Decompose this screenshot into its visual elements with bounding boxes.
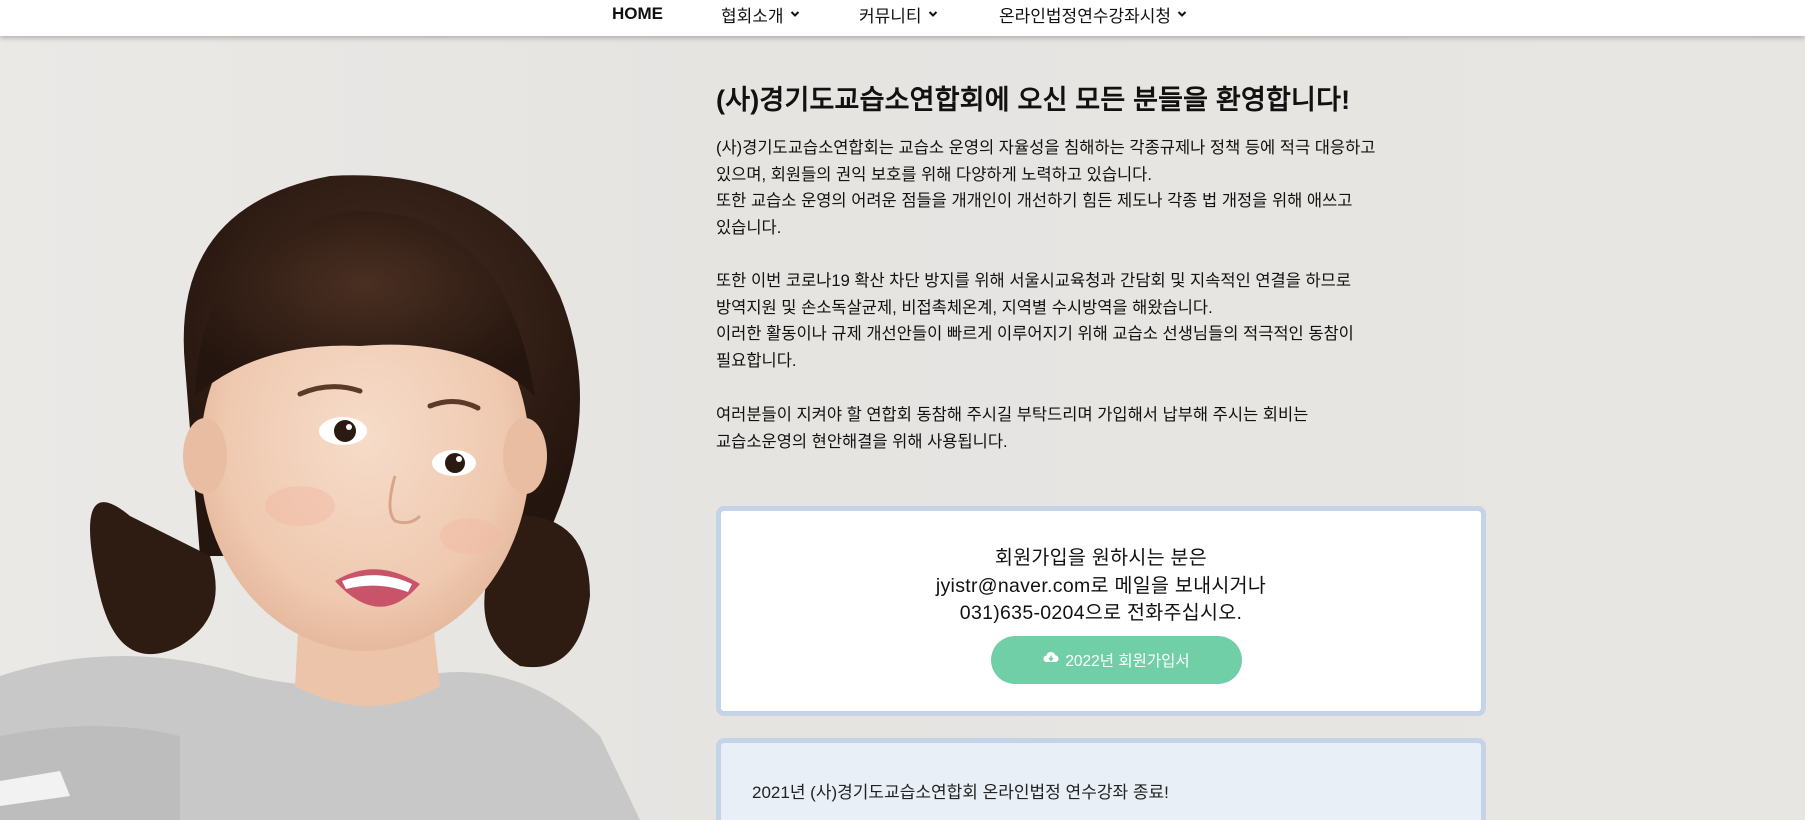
nav-item-label: HOME xyxy=(612,4,663,23)
text-line: 있으며, 회원들의 권익 보호를 위해 다양하게 노력하고 있습니다. xyxy=(716,165,1152,184)
intro-paragraph-2: 또한 이번 코로나19 확산 차단 방지를 위해 서울시교육청과 간담회 및 지… xyxy=(716,268,1476,374)
nav-item-online-course[interactable]: 온라인법정연수강좌시청 xyxy=(999,2,1187,26)
membership-info: 회원가입을 원하시는 분은 jyistr@naver.com로 메일을 보내시거… xyxy=(721,545,1481,628)
text-line: 교습소운영의 현안해결을 위해 사용됩니다. xyxy=(716,432,1008,451)
notice-title: 2021년 (사)경기도교습소연합회 온라인법정 연수강좌 종료! xyxy=(752,783,1169,802)
nav-item-label: 온라인법정연수강좌시청 xyxy=(999,6,1172,26)
page-title: (사)경기도교습소연합회에 오신 모든 분들을 환영합니다! xyxy=(716,85,1351,115)
nav-item-about[interactable]: 협회소개 xyxy=(721,2,800,26)
membership-email-line: jyistr@naver.com로 메일을 보내시거나 xyxy=(935,574,1267,597)
notice-card[interactable]: 2021년 (사)경기도교습소연합회 온라인법정 연수강좌 종료! xyxy=(716,738,1486,820)
nav-item-community[interactable]: 커뮤니티 xyxy=(859,2,938,26)
text-line: 있습니다. xyxy=(716,218,782,237)
text-line: 방역지원 및 손소독살균제, 비접촉체온계, 지역별 수시방역을 해왔습니다. xyxy=(716,298,1213,317)
text-line: 또한 이번 코로나19 확산 차단 방지를 위해 서울시교육청과 간담회 및 지… xyxy=(716,272,1352,290)
membership-phone-line: 031)635-0204으로 전화주십시오. xyxy=(959,602,1243,624)
text-line: 필요합니다. xyxy=(716,351,797,370)
text-line: 여러분들이 지켜야 할 연합회 동참해 주시길 부탁드리며 가입해서 납부해 주… xyxy=(716,406,1309,424)
intro-paragraph-1: (사)경기도교습소연합회는 교습소 운영의 자율성을 침해하는 각종규제나 정책… xyxy=(716,135,1476,241)
chevron-down-icon xyxy=(1177,9,1187,19)
hero-child-photo xyxy=(0,36,700,820)
chevron-down-icon xyxy=(928,9,938,19)
nav-item-home[interactable]: HOME xyxy=(612,2,663,26)
text-line: (사)경기도교습소연합회는 교습소 운영의 자율성을 침해하는 각종규제나 정책… xyxy=(716,139,1376,157)
membership-form-download-button[interactable]: 2022년 회원가입서 xyxy=(991,636,1242,684)
membership-line: 회원가입을 원하시는 분은 xyxy=(994,547,1208,569)
text-line: 또한 교습소 운영의 어려운 점들을 개개인이 개선하기 힘든 제도나 각종 법… xyxy=(716,192,1353,210)
nav-item-label: 커뮤니티 xyxy=(859,6,922,26)
membership-form-button-label: 2022년 회원가입서 xyxy=(1065,653,1190,670)
top-navigation: HOME 협회소개 커뮤니티 온라인법정연수강좌시청 xyxy=(0,0,1805,36)
intro-paragraph-3: 여러분들이 지켜야 할 연합회 동참해 주시길 부탁드리며 가입해서 납부해 주… xyxy=(716,402,1476,455)
chevron-down-icon xyxy=(790,9,800,19)
nav-item-label: 협회소개 xyxy=(721,6,784,26)
cloud-download-icon xyxy=(1043,651,1059,669)
text-line: 이러한 활동이나 규제 개선안들이 빠르게 이루어지기 위해 교습소 선생님들의… xyxy=(716,325,1354,343)
membership-card: 회원가입을 원하시는 분은 jyistr@naver.com로 메일을 보내시거… xyxy=(716,506,1486,716)
